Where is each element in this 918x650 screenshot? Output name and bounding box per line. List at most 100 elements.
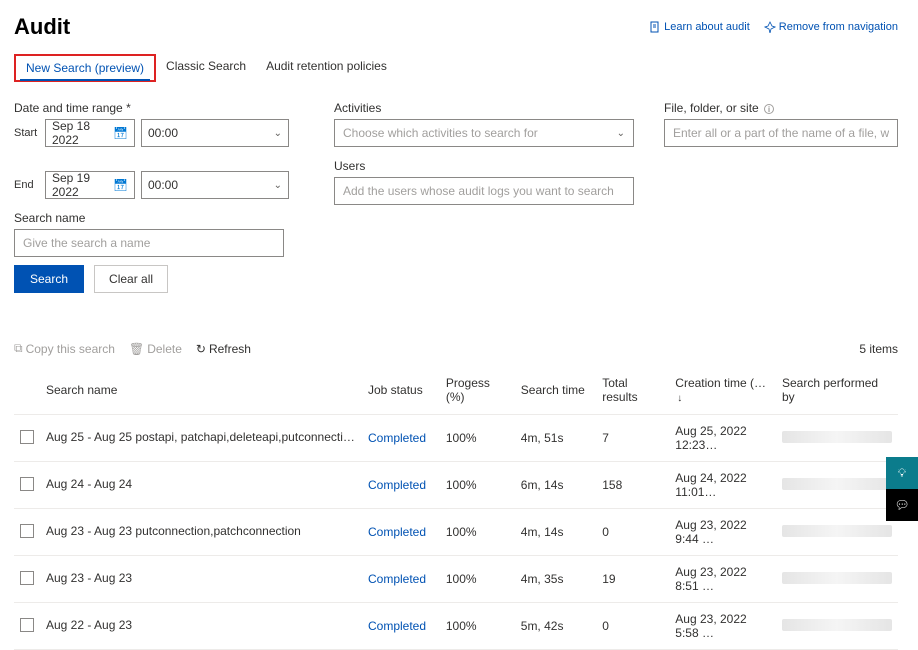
end-time-input[interactable]: 00:00 ⌄ xyxy=(141,171,289,199)
clear-all-button[interactable]: Clear all xyxy=(94,265,168,293)
unpin-icon xyxy=(764,21,776,33)
search-name-input[interactable] xyxy=(14,229,284,257)
row-total: 158 xyxy=(596,462,669,509)
users-label: Users xyxy=(334,159,634,173)
users-input[interactable] xyxy=(334,177,634,205)
remove-label: Remove from navigation xyxy=(779,21,898,33)
file-input[interactable] xyxy=(664,119,898,147)
delete-label: Delete xyxy=(147,342,182,356)
copy-icon: ⧉ xyxy=(14,341,23,356)
row-search-name: Aug 23 - Aug 23 xyxy=(46,571,132,585)
row-performed-by xyxy=(776,509,898,556)
refresh-label: Refresh xyxy=(209,342,251,356)
row-checkbox[interactable] xyxy=(20,430,34,444)
row-total: 19 xyxy=(596,556,669,603)
start-time-input[interactable]: 00:00 ⌄ xyxy=(141,119,289,147)
row-search-time: 5m, 42s xyxy=(515,603,596,650)
activities-select[interactable]: Choose which activities to search for ⌄ xyxy=(334,119,634,147)
row-progress: 100% xyxy=(440,603,515,650)
row-total: 0 xyxy=(596,603,669,650)
end-date-input[interactable]: Sep 19 2022 📅︎ xyxy=(45,171,135,199)
start-label: Start xyxy=(14,127,39,139)
table-row[interactable]: Aug 22 - Aug 23 Completed 100%5m, 42s0Aug … xyxy=(14,603,898,650)
row-progress: 100% xyxy=(440,556,515,603)
row-status-link[interactable]: Completed xyxy=(368,478,426,492)
refresh-button[interactable]: ↻ Refresh xyxy=(196,341,251,356)
row-ctime: Aug 23, 2022 8:51 … xyxy=(669,556,776,603)
row-status-link[interactable]: Completed xyxy=(368,431,426,445)
table-row[interactable]: Aug 25 - Aug 25 postapi, patchapi,delete… xyxy=(14,415,898,462)
trash-icon: 🗑︎ xyxy=(129,342,144,356)
row-performed-by xyxy=(776,415,898,462)
info-icon[interactable]: i xyxy=(764,104,774,114)
row-checkbox[interactable] xyxy=(20,477,34,491)
row-total: 0 xyxy=(596,509,669,556)
copy-search-button[interactable]: ⧉ Copy this search xyxy=(14,341,115,356)
table-row[interactable]: Aug 24 - Aug 24 Completed 100%6m, 14s158Au… xyxy=(14,462,898,509)
row-ctime: Aug 23, 2022 5:58 … xyxy=(669,603,776,650)
row-status-link[interactable]: Completed xyxy=(368,572,426,586)
row-ctime: Aug 23, 2022 9:44 … xyxy=(669,509,776,556)
col-search-time[interactable]: Search time xyxy=(515,366,596,415)
copy-label: Copy this search xyxy=(26,342,115,356)
tab-audit-retention[interactable]: Audit retention policies xyxy=(256,54,397,82)
row-total: 7 xyxy=(596,415,669,462)
col-total-results[interactable]: Total results xyxy=(596,366,669,415)
table-row[interactable]: Aug 23 - Aug 23 putconnection,patchconne… xyxy=(14,509,898,556)
page-title: Audit xyxy=(14,14,70,40)
sort-down-icon: ↓ xyxy=(677,393,682,404)
row-search-time: 4m, 35s xyxy=(515,556,596,603)
row-ctime: Aug 24, 2022 11:01… xyxy=(669,462,776,509)
row-search-time: 6m, 14s xyxy=(515,462,596,509)
start-date-value: Sep 18 2022 xyxy=(52,119,113,147)
remove-from-navigation-link[interactable]: Remove from navigation xyxy=(764,21,898,33)
row-search-name: Aug 25 - Aug 25 postapi, patchapi,delete… xyxy=(46,430,356,444)
row-search-name: Aug 24 - Aug 24 xyxy=(46,477,132,491)
row-checkbox[interactable] xyxy=(20,618,34,632)
chevron-down-icon: ⌄ xyxy=(274,128,282,139)
calendar-icon: 📅︎ xyxy=(113,126,128,140)
end-label: End xyxy=(14,179,39,191)
tab-new-search[interactable]: New Search (preview) xyxy=(16,56,154,80)
row-progress: 100% xyxy=(440,415,515,462)
search-button[interactable]: Search xyxy=(14,265,84,293)
col-job-status[interactable]: Job status xyxy=(362,366,440,415)
highlight-box: New Search (preview) xyxy=(14,54,156,82)
col-progress[interactable]: Progess (%) xyxy=(440,366,515,415)
chat-icon: 💬︎ xyxy=(894,498,909,512)
row-checkbox[interactable] xyxy=(20,571,34,585)
row-performed-by xyxy=(776,462,898,509)
end-date-value: Sep 19 2022 xyxy=(52,171,113,199)
lightbulb-icon: 💡︎ xyxy=(898,466,906,481)
learn-label: Learn about audit xyxy=(664,21,750,33)
col-performed-by[interactable]: Search performed by xyxy=(776,366,898,415)
col-creation-time[interactable]: Creation time (…↓ xyxy=(669,366,776,415)
row-ctime: Aug 25, 2022 12:23… xyxy=(669,415,776,462)
tab-bar: New Search (preview) Classic Search Audi… xyxy=(14,54,898,83)
row-status-link[interactable]: Completed xyxy=(368,619,426,633)
start-time-value: 00:00 xyxy=(148,126,178,140)
start-date-input[interactable]: Sep 18 2022 📅︎ xyxy=(45,119,135,147)
refresh-icon: ↻ xyxy=(196,342,206,356)
col-search-name[interactable]: Search name xyxy=(40,366,362,415)
row-search-time: 4m, 14s xyxy=(515,509,596,556)
row-progress: 100% xyxy=(440,462,515,509)
activities-placeholder: Choose which activities to search for xyxy=(343,126,538,140)
row-checkbox[interactable] xyxy=(20,524,34,538)
row-status-link[interactable]: Completed xyxy=(368,525,426,539)
tab-classic-search[interactable]: Classic Search xyxy=(156,54,256,82)
learn-about-audit-link[interactable]: Learn about audit xyxy=(649,21,750,33)
delete-button[interactable]: 🗑︎ Delete xyxy=(129,341,182,356)
items-count: 5 items xyxy=(859,342,898,356)
feedback-button[interactable]: 💡︎ xyxy=(886,457,918,489)
table-row[interactable]: Aug 23 - Aug 23 Completed 100%4m, 35s19Aug… xyxy=(14,556,898,603)
row-progress: 100% xyxy=(440,509,515,556)
search-name-label: Search name xyxy=(14,211,304,225)
row-search-name: Aug 22 - Aug 23 xyxy=(46,618,132,632)
document-icon xyxy=(649,21,661,33)
row-search-time: 4m, 51s xyxy=(515,415,596,462)
chat-button[interactable]: 💬︎ xyxy=(886,489,918,521)
date-range-label: Date and time range * xyxy=(14,101,304,115)
file-label: File, folder, or site i xyxy=(664,101,898,115)
row-performed-by xyxy=(776,556,898,603)
